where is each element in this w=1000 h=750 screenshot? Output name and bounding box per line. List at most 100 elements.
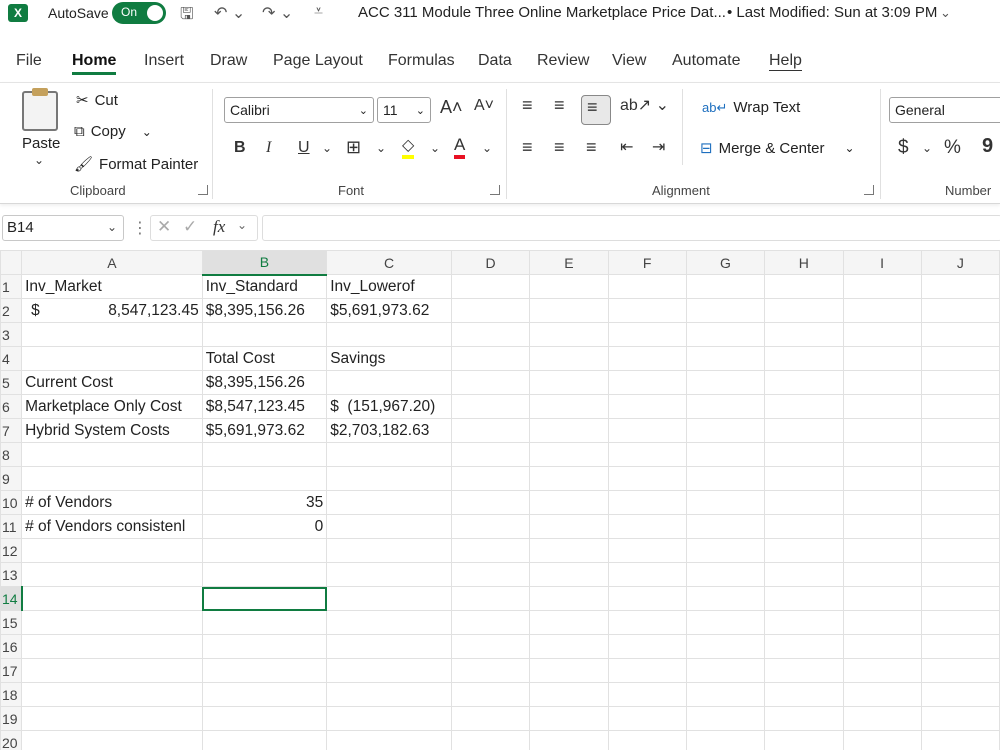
paste-button[interactable]: Paste — [22, 135, 60, 152]
cell[interactable] — [842, 370, 922, 395]
cell[interactable] — [764, 730, 844, 750]
font-color-icon[interactable]: A — [454, 135, 466, 159]
cell[interactable] — [450, 730, 531, 750]
cell-b6[interactable]: $8,547,123.45 — [201, 394, 328, 419]
name-box[interactable]: B14 ⌄ — [2, 215, 124, 241]
align-center-icon[interactable]: ≡ — [554, 137, 565, 158]
cell[interactable] — [201, 634, 328, 659]
cell[interactable] — [764, 322, 844, 347]
cell[interactable] — [529, 418, 609, 443]
cell[interactable] — [685, 274, 766, 299]
bold-button[interactable]: B — [234, 139, 246, 157]
italic-button[interactable]: I — [266, 139, 271, 157]
cell[interactable] — [450, 634, 531, 659]
column-header[interactable]: C — [326, 250, 452, 275]
paste-icon[interactable] — [22, 88, 58, 131]
cut-button[interactable]: ✂ Cut — [76, 91, 118, 110]
row-header[interactable]: 1 — [0, 274, 23, 299]
underline-button[interactable]: U — [298, 139, 310, 157]
cell[interactable] — [450, 274, 531, 299]
cell[interactable] — [21, 706, 203, 731]
font-launcher-icon[interactable] — [490, 185, 500, 195]
cell[interactable] — [842, 586, 922, 611]
row-header[interactable]: 4 — [0, 346, 23, 371]
redo-icon[interactable]: ↷ ⌄ — [262, 3, 293, 23]
cell[interactable] — [201, 610, 328, 635]
cell-a1[interactable]: Inv_Market — [21, 274, 203, 299]
cell[interactable] — [21, 586, 203, 611]
cell[interactable] — [450, 394, 531, 419]
cell[interactable] — [920, 562, 1000, 587]
cell[interactable] — [607, 466, 687, 491]
cell[interactable] — [920, 490, 1000, 515]
cell[interactable] — [326, 706, 452, 731]
select-all-corner[interactable] — [0, 250, 23, 275]
cell[interactable] — [21, 346, 203, 371]
last-modified[interactable]: • Last Modified: Sun at 3:09 PM — [727, 4, 937, 21]
cell[interactable] — [529, 514, 609, 539]
cell[interactable] — [607, 538, 687, 563]
cell[interactable] — [920, 346, 1000, 371]
cell[interactable] — [842, 562, 922, 587]
cell[interactable] — [764, 562, 844, 587]
column-header[interactable]: D — [450, 250, 531, 275]
cell[interactable] — [842, 322, 922, 347]
cell[interactable] — [685, 442, 766, 467]
cell[interactable] — [764, 682, 844, 707]
cell[interactable] — [529, 706, 609, 731]
cell[interactable] — [326, 562, 452, 587]
cell[interactable] — [685, 346, 766, 371]
cell[interactable] — [842, 538, 922, 563]
borders-icon[interactable]: ⊞ — [346, 137, 361, 158]
align-top-icon[interactable]: ≡ — [522, 95, 533, 116]
tab-data[interactable]: Data — [478, 52, 512, 70]
column-header[interactable]: H — [764, 250, 844, 275]
tab-automate[interactable]: Automate — [672, 52, 740, 70]
cell[interactable] — [607, 730, 687, 750]
cell[interactable] — [842, 466, 922, 491]
cell-a5[interactable]: Current Cost — [21, 370, 203, 395]
cell[interactable] — [842, 418, 922, 443]
wrap-text-button[interactable]: ab↵ Wrap Text — [702, 99, 800, 116]
orientation-icon[interactable]: ab↗ ⌄ — [620, 95, 669, 115]
cell-c6[interactable]: $ (151,967.20) — [326, 394, 452, 419]
cell[interactable] — [529, 346, 609, 371]
cell[interactable] — [685, 658, 766, 683]
cell[interactable] — [326, 586, 452, 611]
cancel-icon[interactable]: ✕ — [157, 217, 171, 237]
cell[interactable] — [201, 322, 328, 347]
cell[interactable] — [450, 346, 531, 371]
cell[interactable] — [326, 322, 452, 347]
copy-button[interactable]: ⧉ Copy ⌄ — [74, 123, 152, 140]
cell[interactable] — [685, 418, 766, 443]
cell-c2[interactable]: $5,691,973.62 — [326, 298, 452, 323]
cell[interactable] — [920, 466, 1000, 491]
cell[interactable] — [607, 370, 687, 395]
cell[interactable] — [21, 322, 203, 347]
cell[interactable] — [607, 514, 687, 539]
cell[interactable] — [450, 490, 531, 515]
paste-dropdown-icon[interactable]: ⌄ — [34, 153, 44, 167]
cell[interactable] — [920, 394, 1000, 419]
cell[interactable] — [21, 658, 203, 683]
column-header[interactable]: B — [201, 250, 328, 276]
cell[interactable] — [326, 634, 452, 659]
cell-a2[interactable]: $ 8,547,123.45 — [21, 298, 203, 323]
row-header[interactable]: 6 — [0, 394, 23, 419]
align-middle-icon[interactable]: ≡ — [554, 95, 565, 116]
chevron-down-icon[interactable]: ⌄ — [940, 5, 951, 21]
cell[interactable] — [529, 562, 609, 587]
chevron-down-icon[interactable]: ⌄ — [376, 141, 386, 155]
cell[interactable] — [607, 322, 687, 347]
align-right-icon[interactable]: ≡ — [586, 137, 597, 158]
row-header[interactable]: 14 — [0, 586, 23, 611]
cell[interactable] — [764, 514, 844, 539]
cell[interactable] — [920, 706, 1000, 731]
row-header[interactable]: 2 — [0, 298, 23, 323]
cell[interactable] — [529, 370, 609, 395]
cell[interactable] — [607, 442, 687, 467]
cell[interactable] — [920, 586, 1000, 611]
column-header[interactable]: I — [842, 250, 922, 275]
row-header[interactable]: 7 — [0, 418, 23, 443]
cell[interactable] — [842, 706, 922, 731]
